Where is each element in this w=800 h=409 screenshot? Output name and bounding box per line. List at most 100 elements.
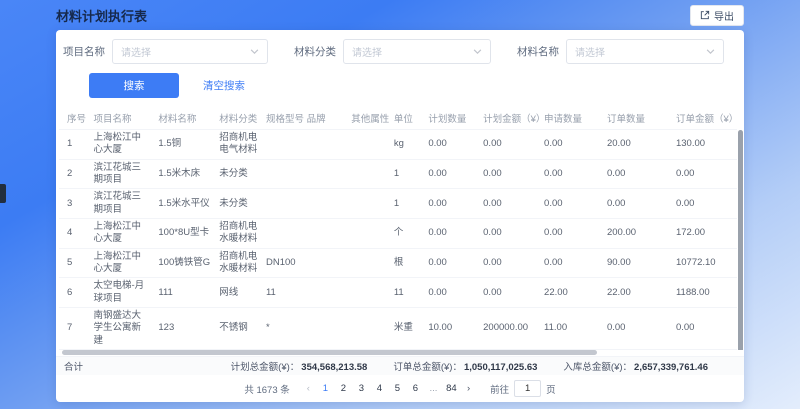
page-number[interactable]: 2	[336, 383, 351, 394]
export-button[interactable]: 导出	[690, 5, 744, 26]
table-row[interactable]: 1上海松江中心大厦1.5铜招商机电 电气材料kg0.000.000.0020.0…	[59, 130, 737, 160]
total-label: 入库总金额(¥)：	[563, 362, 632, 373]
filter-material-category: 材料分类 请选择	[294, 39, 491, 64]
cell: 172.00	[672, 219, 737, 249]
cell: 0.00	[479, 159, 540, 189]
cell: 0.00	[479, 248, 540, 278]
column-header: 规格型号	[262, 106, 303, 130]
total-label: 订单总金额(¥)：	[393, 362, 462, 373]
cell: 1.5米水平仪	[154, 189, 215, 219]
table-row[interactable]: 4上海松江中心大厦100*8U型卡招商机电 水暖材料个0.000.000.002…	[59, 219, 737, 249]
column-header: 品牌	[303, 106, 348, 130]
column-header: 订单数量	[603, 106, 672, 130]
chevron-down-icon	[706, 47, 715, 56]
filter-row: 项目名称 请选择 材料分类 请选择 材料名称 请选择	[56, 30, 744, 69]
table-container: 序号项目名称材料名称材料分类规格型号品牌其他属性单位计划数量计划金额（¥）申请数…	[56, 106, 744, 350]
cell: 0.00	[603, 189, 672, 219]
table-row[interactable]: 2滨江花城三期项目1.5米木床未分类10.000.000.000.000.00	[59, 159, 737, 189]
cell: 6	[59, 278, 89, 308]
column-header: 项目名称	[89, 106, 154, 130]
goto-page-input[interactable]	[514, 380, 541, 397]
main-panel: 项目名称 请选择 材料分类 请选择 材料名称 请选择 搜索 清空搜索	[56, 30, 744, 402]
total-value: 1,050,117,025.63	[464, 362, 537, 373]
cell: 0.00	[540, 130, 603, 160]
table-row[interactable]: 5上海松江中心大厦100铸铁管G招商机电 水暖材料DN100根0.000.000…	[59, 248, 737, 278]
cell	[262, 130, 303, 160]
cell: 未分类	[215, 159, 262, 189]
summary-total: 计划总金额(¥)：354,568,213.58	[231, 359, 368, 373]
table-row[interactable]: 7南钢盛达大学生公寓新建123不锈钢*米重10.00200000.0011.00…	[59, 308, 737, 350]
page-number[interactable]: 5	[390, 383, 405, 394]
page-number[interactable]: 1	[318, 383, 333, 394]
material-category-select[interactable]: 请选择	[343, 39, 491, 64]
page-ellipsis[interactable]: ...	[426, 383, 441, 394]
table-head-row: 序号项目名称材料名称材料分类规格型号品牌其他属性单位计划数量计划金额（¥）申请数…	[59, 106, 737, 130]
drawer-handle[interactable]	[0, 184, 6, 203]
cell: 0.00	[603, 308, 672, 350]
page-number[interactable]: 3	[354, 383, 369, 394]
cell	[347, 278, 390, 308]
cell: 10.00	[424, 308, 479, 350]
cell: 4	[59, 219, 89, 249]
cell: 0.00	[672, 159, 737, 189]
cell: 南钢盛达大学生公寓新建	[89, 308, 154, 350]
cell: 上海松江中心大厦	[89, 248, 154, 278]
cell	[347, 130, 390, 160]
prev-page-button[interactable]: ‹	[302, 383, 315, 394]
summary-totals: 计划总金额(¥)：354,568,213.58 订单总金额(¥)：1,050,11…	[231, 359, 736, 373]
cell: 0.00	[540, 219, 603, 249]
cell	[347, 219, 390, 249]
cell	[303, 248, 348, 278]
cell: 招商机电 水暖材料	[215, 219, 262, 249]
cell: 123	[154, 308, 215, 350]
table-row[interactable]: 6太空电梯-月球项目111网线11110.000.0022.0022.00118…	[59, 278, 737, 308]
cell	[303, 189, 348, 219]
cell: 1	[59, 130, 89, 160]
project-name-select[interactable]: 请选择	[112, 39, 268, 64]
search-button[interactable]: 搜索	[89, 73, 179, 98]
cell: 1.5铜	[154, 130, 215, 160]
cell: 米重	[390, 308, 425, 350]
cell: 200000.00	[479, 308, 540, 350]
material-name-select[interactable]: 请选择	[566, 39, 724, 64]
page-number[interactable]: 84	[444, 383, 459, 394]
cell: 0.00	[479, 278, 540, 308]
cell: 0.00	[672, 189, 737, 219]
cell: 0.00	[603, 159, 672, 189]
table-body: 1上海松江中心大厦1.5铜招商机电 电气材料kg0.000.000.0020.0…	[59, 130, 737, 351]
cell: 10772.10	[672, 248, 737, 278]
topbar: 材料计划执行表 导出	[0, 0, 800, 30]
next-page-button[interactable]: ›	[462, 383, 475, 394]
goto-suffix: 页	[546, 382, 556, 396]
cell: 200.00	[603, 219, 672, 249]
column-header: 材料名称	[154, 106, 215, 130]
cell: 0.00	[540, 159, 603, 189]
cell	[347, 159, 390, 189]
vertical-scrollbar[interactable]	[738, 130, 743, 350]
page-number[interactable]: 6	[408, 383, 423, 394]
cell: 招商机电 水暖材料	[215, 248, 262, 278]
cell: 滨江花城三期项目	[89, 159, 154, 189]
cell: 90.00	[603, 248, 672, 278]
clear-search-link[interactable]: 清空搜索	[203, 78, 245, 93]
goto-label: 前往	[490, 382, 509, 396]
page-title: 材料计划执行表	[56, 6, 147, 25]
summary-row: 合计 计划总金额(¥)：354,568,213.58 订单总金额(¥)：1,050…	[56, 356, 744, 375]
cell: 太空电梯-月球项目	[89, 278, 154, 308]
cell: 0.00	[540, 189, 603, 219]
horizontal-scrollbar[interactable]	[62, 350, 597, 355]
cell: 20.00	[603, 130, 672, 160]
cell: *	[262, 308, 303, 350]
cell: 0.00	[424, 278, 479, 308]
table-row[interactable]: 3滨江花城三期项目1.5米水平仪未分类10.000.000.000.000.00	[59, 189, 737, 219]
summary-total: 入库总金额(¥)：2,657,339,761.46	[563, 359, 708, 373]
filter-project-name: 项目名称 请选择	[63, 39, 268, 64]
summary-label: 合计	[64, 359, 83, 373]
column-header: 材料分类	[215, 106, 262, 130]
goto-page: 前往 页	[490, 380, 556, 397]
cell	[303, 130, 348, 160]
pagination: 共 1673 条 ‹ 123456...84 › 前往 页	[56, 375, 744, 402]
cell: 7	[59, 308, 89, 350]
total-value: 2,657,339,761.46	[634, 362, 708, 373]
page-number[interactable]: 4	[372, 383, 387, 394]
